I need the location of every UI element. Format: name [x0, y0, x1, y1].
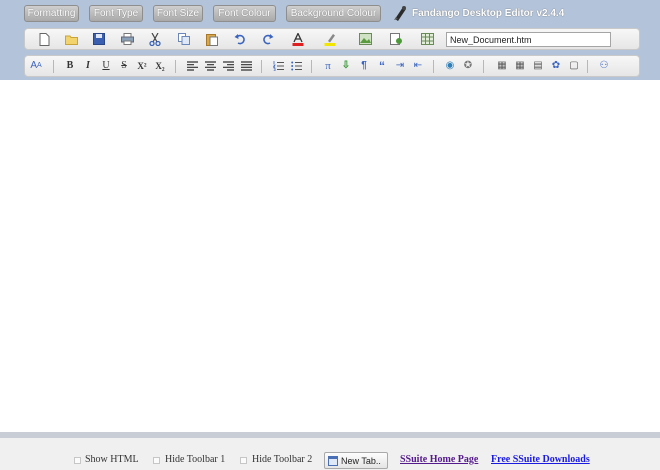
- new-tab-button[interactable]: New Tab..: [324, 452, 388, 469]
- show-html-checkbox[interactable]: [74, 457, 81, 464]
- font-type-button[interactable]: Font Type: [89, 5, 143, 22]
- separator: [483, 60, 484, 73]
- hide-toolbar-2-checkbox[interactable]: [240, 457, 247, 464]
- background-colour-button[interactable]: Background Colour: [286, 5, 381, 22]
- separator: [311, 60, 312, 73]
- insert-table-icon[interactable]: [420, 32, 434, 46]
- editor-area[interactable]: [0, 80, 660, 432]
- ssuite-home-link[interactable]: SSuite Home Page: [400, 453, 478, 467]
- indent-icon[interactable]: ⇥: [393, 59, 407, 73]
- redo-icon[interactable]: [261, 32, 275, 46]
- undo-icon[interactable]: [233, 32, 247, 46]
- superscript-icon[interactable]: X²: [135, 59, 149, 73]
- font-colour-button[interactable]: Font Colour: [213, 5, 276, 22]
- font-size-button[interactable]: Font Size: [153, 5, 203, 22]
- formatting-button[interactable]: Formatting: [24, 5, 79, 22]
- rows-icon[interactable]: ▤: [531, 59, 545, 73]
- new-tab-label: New Tab..: [341, 455, 381, 466]
- app-title: Fandango Desktop Editor v2.4.4: [412, 8, 565, 19]
- filename-input[interactable]: [446, 32, 611, 47]
- flower-icon[interactable]: ✿: [549, 59, 563, 73]
- align-right-icon[interactable]: [221, 59, 235, 73]
- bold-icon[interactable]: B: [63, 59, 77, 73]
- justify-icon[interactable]: [239, 59, 253, 73]
- table-grid-icon[interactable]: ▦: [513, 59, 527, 73]
- italic-icon[interactable]: I: [81, 59, 95, 73]
- text-style-icon[interactable]: AA: [29, 59, 43, 73]
- align-center-icon[interactable]: [203, 59, 217, 73]
- separator: [261, 60, 262, 73]
- save-icon[interactable]: [92, 32, 106, 46]
- bottom-bar: Show HTML Hide Toolbar 1 Hide Toolbar 2 …: [0, 432, 660, 470]
- grid-icon[interactable]: ▦: [495, 59, 509, 73]
- insert-image-icon[interactable]: [358, 32, 372, 46]
- separator: [587, 60, 588, 73]
- copy-icon[interactable]: [177, 32, 191, 46]
- toolbar-2: AA B I U S X² X₂ π ⇩ ¶ “ ⇥ ⇤ ◉ ✪ ▦ ▦ ▤ ✿…: [24, 55, 640, 77]
- new-document-icon[interactable]: [37, 32, 51, 46]
- outdent-icon[interactable]: ⇤: [411, 59, 425, 73]
- quote-icon[interactable]: “: [375, 59, 389, 73]
- hide-toolbar-2-label: Hide Toolbar 2: [252, 454, 313, 465]
- paste-icon[interactable]: [205, 32, 219, 46]
- ordered-list-icon[interactable]: [271, 59, 285, 73]
- page-icon[interactable]: ▢: [567, 59, 581, 73]
- top-menu-bar: Formatting Font Type Font Size Font Colo…: [0, 0, 660, 26]
- find-icon[interactable]: ⚇: [597, 59, 611, 73]
- subscript-icon[interactable]: X₂: [153, 59, 167, 73]
- app-logo-icon: [394, 6, 406, 21]
- hide-toolbar-1-label: Hide Toolbar 1: [165, 454, 226, 465]
- align-left-icon[interactable]: [185, 59, 199, 73]
- separator: [53, 60, 54, 73]
- toolbar-1: [24, 28, 640, 50]
- free-downloads-link[interactable]: Free SSuite Downloads: [491, 453, 590, 467]
- cut-icon[interactable]: [148, 32, 162, 46]
- print-icon[interactable]: [120, 32, 134, 46]
- download-arrow-icon[interactable]: ⇩: [339, 59, 353, 73]
- strikethrough-icon[interactable]: S: [117, 59, 131, 73]
- globe-icon[interactable]: ◉: [443, 59, 457, 73]
- unordered-list-icon[interactable]: [289, 59, 303, 73]
- new-tab-icon: [328, 455, 338, 466]
- insert-link-icon[interactable]: [389, 32, 403, 46]
- underline-icon[interactable]: U: [99, 59, 113, 73]
- separator: [175, 60, 176, 73]
- paragraph-icon[interactable]: ¶: [357, 59, 371, 73]
- font-color-icon[interactable]: [291, 32, 305, 46]
- gear-icon[interactable]: ✪: [461, 59, 475, 73]
- show-html-label: Show HTML: [85, 454, 139, 465]
- hide-toolbar-1-checkbox[interactable]: [153, 457, 160, 464]
- highlight-icon[interactable]: [323, 32, 337, 46]
- pi-symbol-icon[interactable]: π: [321, 59, 335, 73]
- open-folder-icon[interactable]: [64, 32, 78, 46]
- separator: [433, 60, 434, 73]
